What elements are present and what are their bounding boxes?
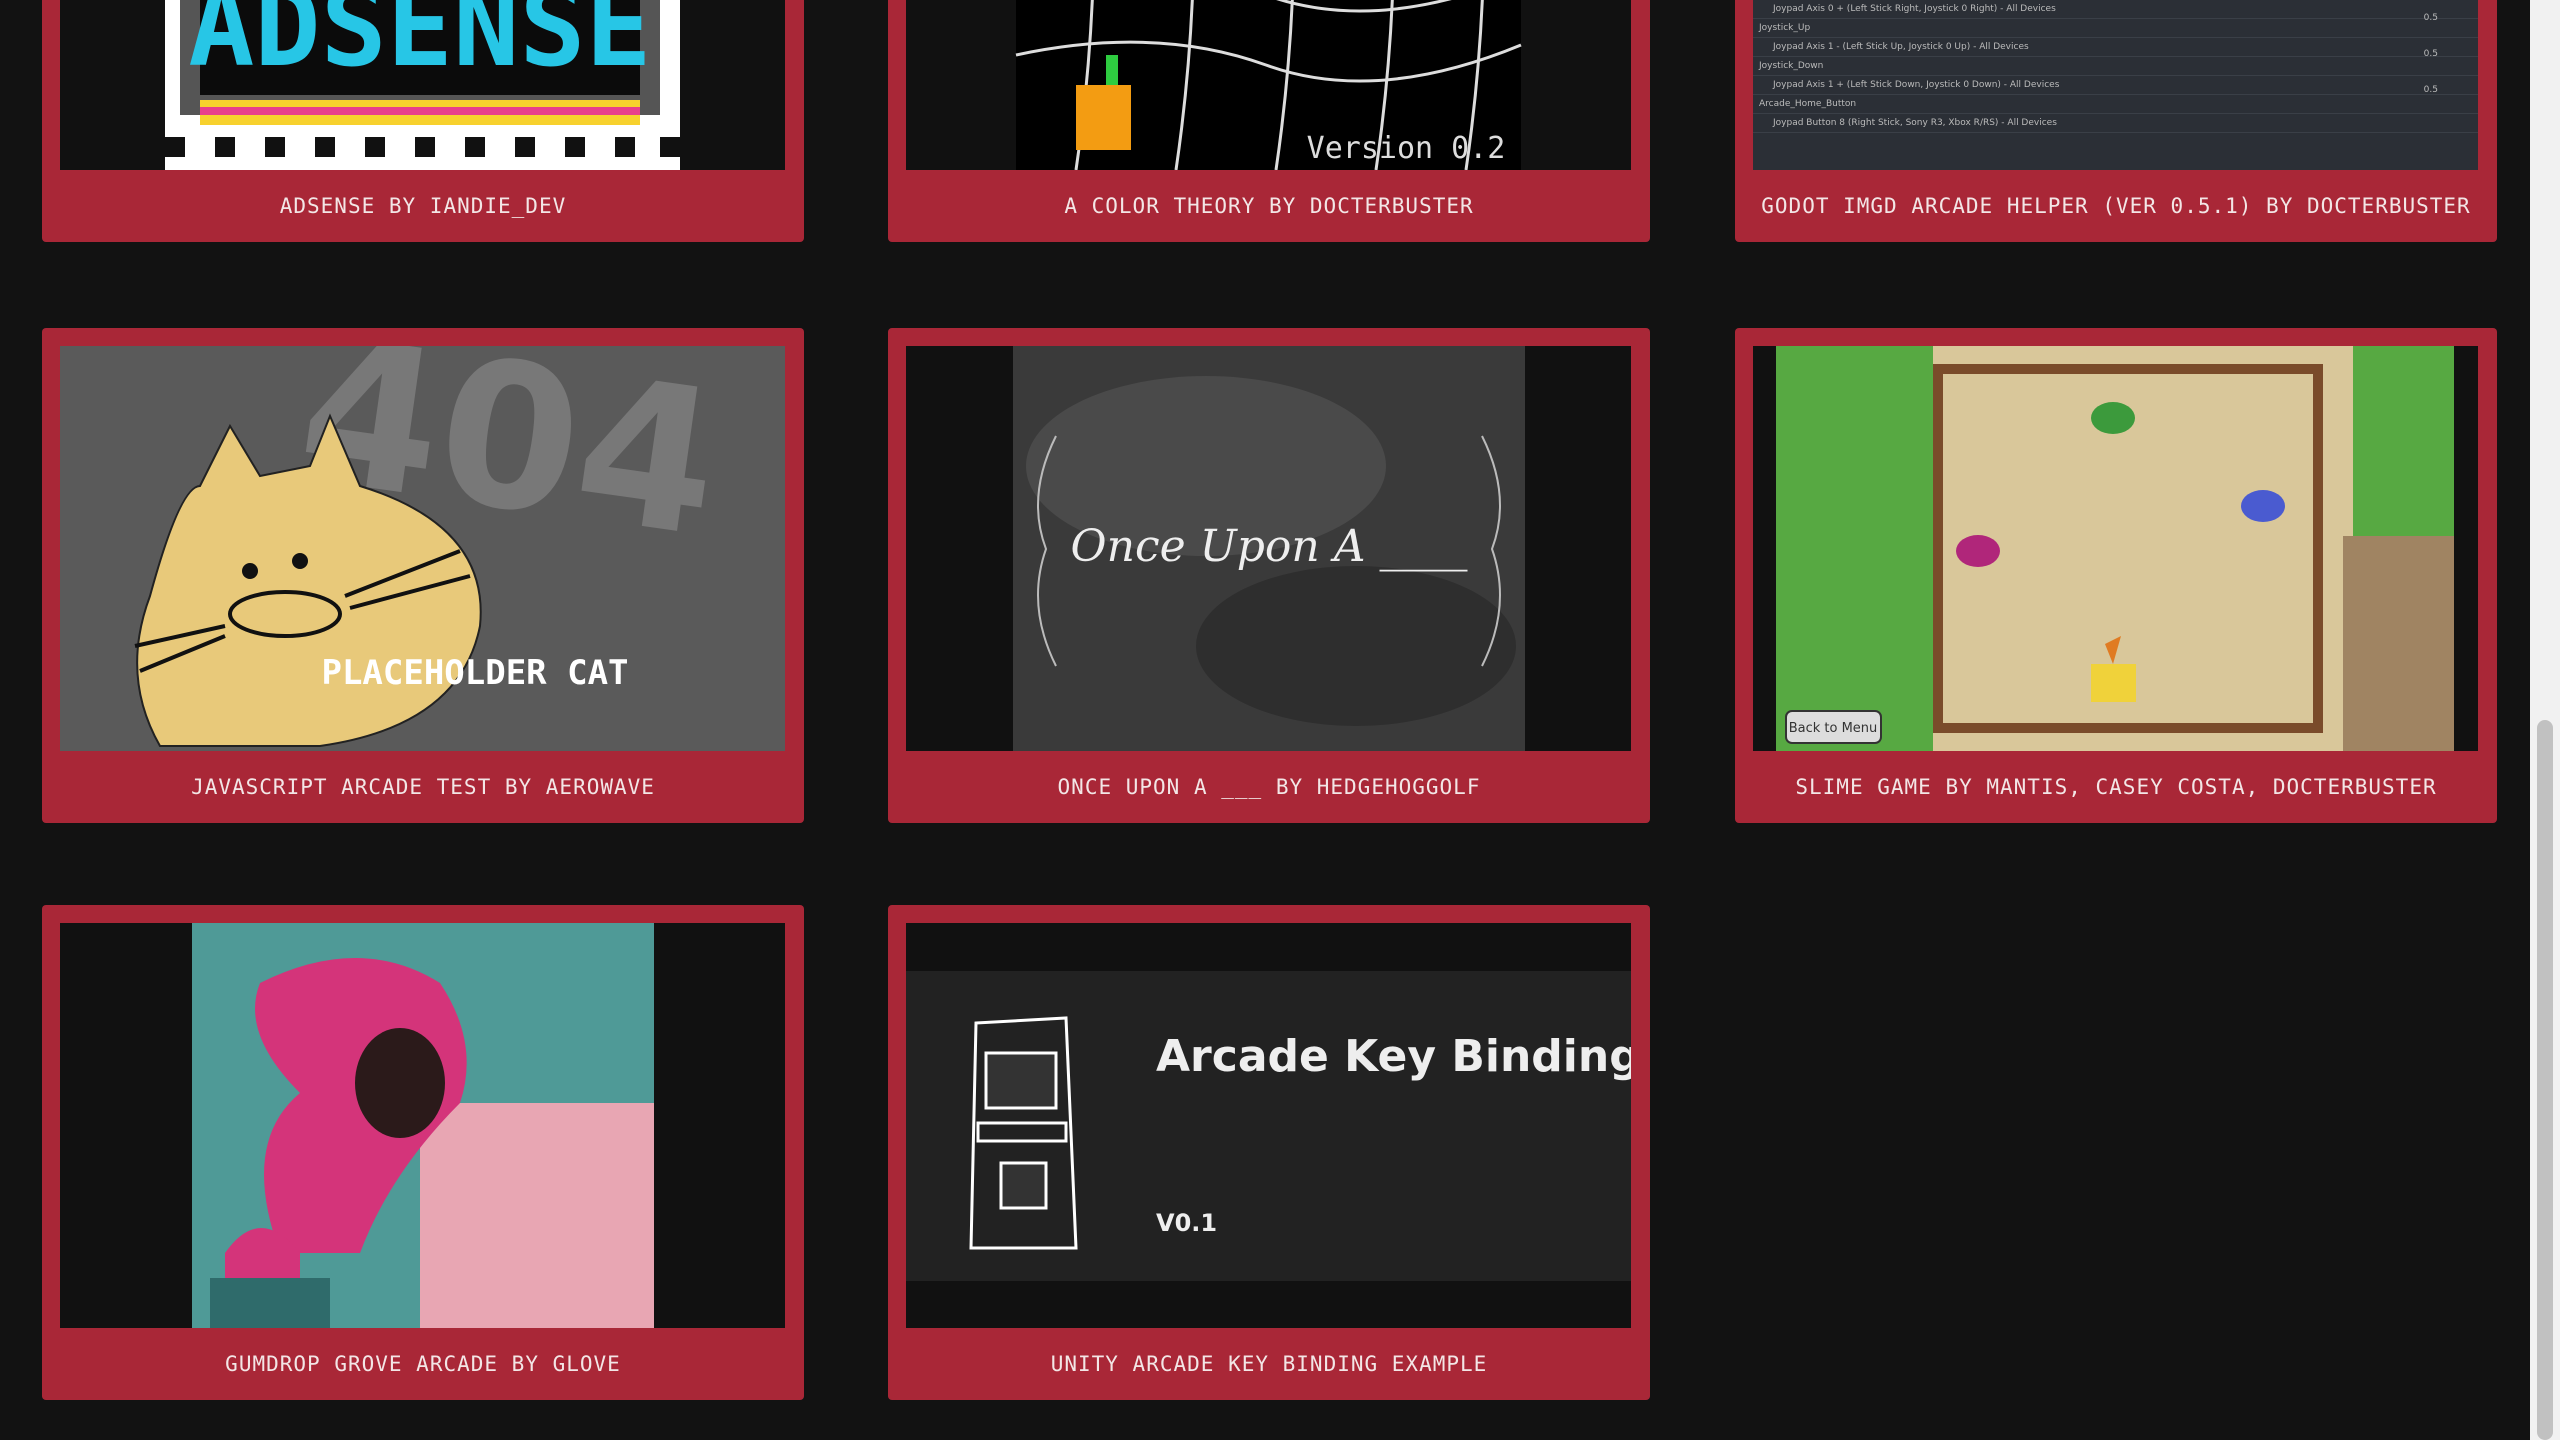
game-title[interactable]: GODOT IMGD ARCADE HELPER (VER 0.5.1) BY … [1735, 170, 2497, 242]
page-scrollbar[interactable] [2530, 0, 2560, 1440]
game-card-unity-key-binding[interactable]: Arcade Key Binding V0.1 UNITY ARCADE KEY… [888, 905, 1650, 1400]
once-upon-a-title-art: Once Upon A ____ [1071, 521, 1468, 572]
version-text: Version 0.2 [1307, 131, 1506, 166]
input-map-row: Joypad Button 8 (Right Stick, Sony R3, X… [1753, 114, 2478, 133]
adsense-logo-text: ADSENSE [188, 0, 652, 91]
input-map-row: Joypad Axis 1 + (Left Stick Down, Joysti… [1753, 76, 2478, 95]
game-card-javascript-test[interactable]: 404 PLACEHOLDER CAT JAVASCRIPT ARCADE TE… [42, 328, 804, 823]
game-card-slime-game[interactable]: Back to Menu SLIME GAME BY MANTIS, CASEY… [1735, 328, 2497, 823]
deadzone-value: 0.5 [2423, 85, 2438, 95]
game-card-godot-helper[interactable]: Joypad Axis 0 + (Left Stick Right, Joyst… [1735, 0, 2497, 242]
game-thumbnail[interactable]: Back to Menu [1753, 346, 2478, 751]
game-thumbnail[interactable]: Version 0.2 [906, 0, 1631, 170]
deadzone-value: 0.5 [2423, 13, 2438, 23]
arcade-key-binding-heading: Arcade Key Binding [1156, 1031, 1631, 1082]
game-card-once-upon-a[interactable]: Once Upon A ____ ONCE UPON A ___ BY HEDG… [888, 328, 1650, 823]
input-map-row: Joystick_Down [1753, 57, 2478, 76]
slime-game-thumbnail-art: Back to Menu [1753, 346, 2478, 751]
game-thumbnail[interactable]: Once Upon A ____ [906, 346, 1631, 751]
arcade-key-binding-version: V0.1 [1156, 1209, 1217, 1237]
game-title[interactable]: JAVASCRIPT ARCADE TEST BY AEROWAVE [42, 751, 804, 823]
game-title[interactable]: A COLOR THEORY BY DOCTERBUSTER [888, 170, 1650, 242]
game-thumbnail[interactable]: Joypad Axis 0 + (Left Stick Right, Joyst… [1753, 0, 2478, 170]
game-title[interactable]: UNITY ARCADE KEY BINDING EXAMPLE [888, 1328, 1650, 1400]
back-to-menu-label: Back to Menu [1789, 721, 1878, 736]
game-title[interactable]: ADSENSE BY IANDIE_DEV [42, 170, 804, 242]
game-title[interactable]: ONCE UPON A ___ BY HEDGEHOGGOLF [888, 751, 1650, 823]
game-card-gumdrop-grove[interactable]: GUMDROP GROVE ARCADE BY GLOVE [42, 905, 804, 1400]
input-map-panel: Joypad Axis 0 + (Left Stick Right, Joyst… [1753, 0, 2478, 170]
game-card-color-theory[interactable]: Version 0.2 A COLOR THEORY BY DOCTERBUST… [888, 0, 1650, 242]
game-card-adsense[interactable]: ADSENSE ADSENSE BY IANDIE_DEV [42, 0, 804, 242]
game-title[interactable]: GUMDROP GROVE ARCADE BY GLOVE [42, 1328, 804, 1400]
deadzone-value: 0.5 [2423, 49, 2438, 59]
input-map-row: Joypad Axis 0 + (Left Stick Right, Joyst… [1753, 0, 2478, 19]
game-title[interactable]: SLIME GAME BY MANTIS, CASEY COSTA, DOCTE… [1735, 751, 2497, 823]
game-thumbnail[interactable]: Arcade Key Binding V0.1 [906, 923, 1631, 1328]
input-map-row: Joypad Axis 1 - (Left Stick Up, Joystick… [1753, 38, 2478, 57]
scrollbar-thumb[interactable] [2537, 720, 2553, 1440]
adsense-thumbnail-art: ADSENSE [60, 0, 785, 170]
input-map-row: Arcade_Home_Button [1753, 95, 2478, 114]
color-theory-thumbnail-art: Version 0.2 [906, 0, 1631, 170]
input-map-row: Joystick_Up [1753, 19, 2478, 38]
placeholder-cat-thumbnail-art: 404 PLACEHOLDER CAT [60, 346, 785, 751]
arcade-key-binding-thumbnail-art: Arcade Key Binding V0.1 [906, 923, 1631, 1328]
game-thumbnail[interactable] [60, 923, 785, 1328]
game-thumbnail[interactable]: 404 PLACEHOLDER CAT [60, 346, 785, 751]
once-upon-a-thumbnail-art: Once Upon A ____ [906, 346, 1631, 751]
game-thumbnail[interactable]: ADSENSE [60, 0, 785, 170]
gumdrop-grove-thumbnail-art [60, 923, 785, 1328]
placeholder-cat-caption: PLACEHOLDER CAT [321, 653, 628, 693]
